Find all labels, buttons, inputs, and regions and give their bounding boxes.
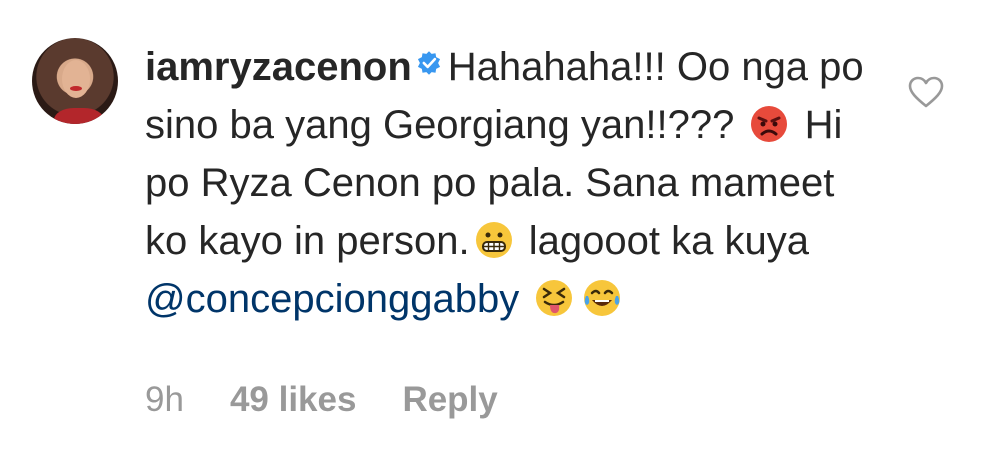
reply-button[interactable]: Reply bbox=[402, 380, 497, 420]
tears-of-joy-emoji bbox=[584, 280, 621, 316]
comment-text: iamryzacenon Hahahaha!!! Oo nga po sino … bbox=[145, 38, 865, 328]
avatar-lips bbox=[70, 86, 82, 91]
comment-segment-3: lagooot ka kuya bbox=[528, 219, 809, 263]
timestamp: 9h bbox=[145, 380, 184, 419]
username-link[interactable]: iamryzacenon bbox=[145, 45, 412, 89]
angry-face-emoji bbox=[751, 106, 788, 142]
comment-meta: 9h 49 likes Reply bbox=[145, 380, 498, 420]
mention-link[interactable]: @concepcionggabby bbox=[145, 277, 519, 321]
verified-badge-icon bbox=[417, 51, 440, 75]
avatar-face bbox=[62, 60, 90, 98]
comment-item: iamryzacenon Hahahaha!!! Oo nga po sino … bbox=[0, 0, 1000, 464]
comment-body: iamryzacenon Hahahaha!!! Oo nga po sino … bbox=[145, 38, 865, 328]
heart-outline-icon[interactable] bbox=[908, 76, 944, 108]
avatar[interactable] bbox=[32, 38, 118, 124]
avatar-dress bbox=[54, 108, 104, 124]
likes-count-button[interactable]: 49 likes bbox=[230, 380, 357, 420]
squinting-tongue-face-emoji bbox=[536, 280, 573, 316]
grimacing-face-emoji bbox=[475, 222, 512, 258]
